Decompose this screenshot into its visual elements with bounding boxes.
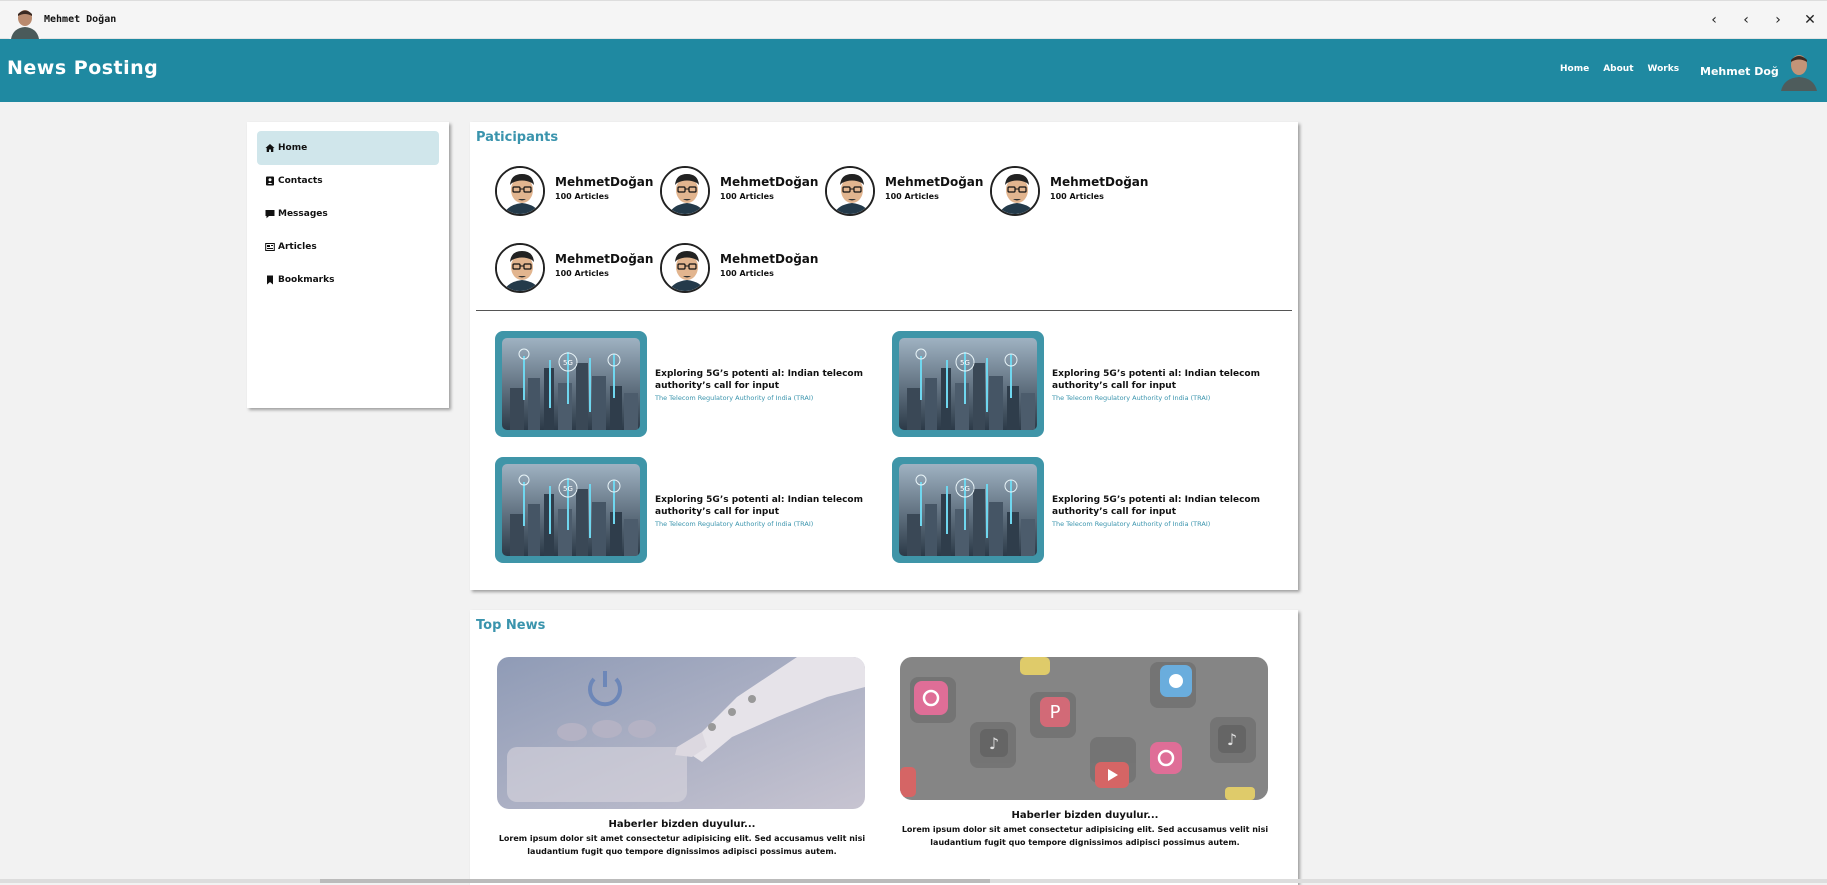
bookmark-icon bbox=[267, 275, 273, 285]
scrollbar-thumb[interactable] bbox=[320, 879, 990, 883]
panel-title: Top News bbox=[476, 618, 546, 633]
article-source: The Telecom Regulatory Authority of Indi… bbox=[655, 520, 814, 528]
panel-title: Paticipants bbox=[476, 130, 559, 145]
5g-city-image: 5G bbox=[899, 338, 1037, 430]
participant-article-count: 100 Articles bbox=[555, 269, 609, 278]
participant-avatar bbox=[495, 166, 545, 216]
home-icon bbox=[265, 144, 275, 152]
article-source: The Telecom Regulatory Authority of Indi… bbox=[1052, 394, 1211, 402]
news-card[interactable]: Haberler bizden duyulur... Lorem ipsum d… bbox=[497, 657, 867, 858]
divider bbox=[476, 310, 1292, 311]
article-title[interactable]: Exploring 5G’s potenti al: Indian teleco… bbox=[655, 368, 880, 392]
article-title[interactable]: Exploring 5G’s potenti al: Indian teleco… bbox=[1052, 368, 1277, 392]
participant-article-count: 100 Articles bbox=[555, 192, 609, 201]
article-thumbnail[interactable]: 5G bbox=[495, 331, 647, 437]
participant-avatar bbox=[495, 243, 545, 293]
sidebar-item-label: Articles bbox=[278, 242, 317, 252]
sidebar-item-label: Messages bbox=[278, 209, 328, 219]
news-heading: Haberler bizden duyulur... bbox=[608, 819, 756, 830]
sidebar-item-label: Bookmarks bbox=[278, 275, 335, 285]
newspaper-icon bbox=[265, 243, 275, 251]
svg-text:5G: 5G bbox=[563, 485, 573, 493]
sidebar-item-contacts[interactable]: Contacts bbox=[257, 164, 439, 198]
sidebar-item-label: Home bbox=[278, 143, 308, 153]
news-text: Lorem ipsum dolor sit amet consectetur a… bbox=[498, 834, 866, 856]
svg-text:5G: 5G bbox=[960, 485, 970, 493]
sidebar-item-messages[interactable]: Messages bbox=[257, 197, 439, 231]
participant-card[interactable]: MehmetDoğan 100 Articles bbox=[660, 243, 820, 295]
participant-avatar bbox=[660, 243, 710, 293]
article-card[interactable]: 5G Exploring 5G’s potenti al: Indian tel… bbox=[892, 331, 1282, 437]
news-text: Lorem ipsum dolor sit amet consectetur a… bbox=[901, 825, 1269, 847]
article-title[interactable]: Exploring 5G’s potenti al: Indian teleco… bbox=[1052, 494, 1277, 518]
social-media-image: ♪ P ♪ bbox=[900, 657, 1268, 800]
participant-name: MehmetDoğan bbox=[720, 175, 819, 189]
article-title[interactable]: Exploring 5G’s potenti al: Indian teleco… bbox=[655, 494, 880, 518]
svg-text:5G: 5G bbox=[563, 359, 573, 367]
close-icon[interactable]: ✕ bbox=[1797, 10, 1823, 30]
participant-name: MehmetDoğan bbox=[720, 252, 819, 266]
forward-icon[interactable]: › bbox=[1765, 10, 1791, 30]
5g-city-image: 5G bbox=[502, 464, 640, 556]
back-icon[interactable]: ‹ bbox=[1701, 10, 1727, 30]
participant-card[interactable]: MehmetDoğan 100 Articles bbox=[495, 243, 655, 295]
robot-hand-image bbox=[497, 657, 865, 809]
5g-city-image: 5G bbox=[502, 338, 640, 430]
news-heading: Haberler bizden duyulur... bbox=[1011, 810, 1159, 821]
window-user-name: Mehmet Doğan bbox=[44, 14, 117, 25]
participant-card[interactable]: MehmetDoğan 100 Articles bbox=[825, 166, 985, 218]
5g-city-image: 5G bbox=[899, 464, 1037, 556]
participant-name: MehmetDoğan bbox=[555, 252, 654, 266]
participant-article-count: 100 Articles bbox=[720, 269, 774, 278]
participant-card[interactable]: MehmetDoğan 100 Articles bbox=[495, 166, 655, 218]
window-controls: ‹ ‹ › ✕ bbox=[1701, 10, 1823, 30]
back-icon[interactable]: ‹ bbox=[1733, 10, 1759, 30]
participant-card[interactable]: MehmetDoğan 100 Articles bbox=[660, 166, 820, 218]
sidebar-item-home[interactable]: Home bbox=[257, 131, 439, 165]
horizontal-scrollbar[interactable] bbox=[0, 879, 1827, 883]
participant-avatar bbox=[660, 166, 710, 216]
article-card[interactable]: 5G Exploring 5G’s potenti al: Indian tel… bbox=[495, 331, 885, 437]
article-source: The Telecom Regulatory Authority of Indi… bbox=[1052, 520, 1211, 528]
brand-title[interactable]: News Posting bbox=[7, 57, 158, 79]
svg-text:5G: 5G bbox=[960, 359, 970, 367]
news-card[interactable]: ♪ P ♪ Haberler bizden duyulur... Lorem i… bbox=[900, 657, 1270, 849]
participant-name: MehmetDoğan bbox=[555, 175, 654, 189]
nav-works[interactable]: Works bbox=[1648, 64, 1680, 74]
sidebar-item-label: Contacts bbox=[278, 176, 323, 186]
participant-name: MehmetDoğan bbox=[885, 175, 984, 189]
nav-home[interactable]: Home bbox=[1560, 64, 1589, 74]
article-thumbnail[interactable]: 5G bbox=[892, 331, 1044, 437]
sidebar-item-articles[interactable]: Articles bbox=[257, 230, 439, 264]
participant-article-count: 100 Articles bbox=[885, 192, 939, 201]
sidebar: Home Contacts Messages Articles Bookmark… bbox=[247, 122, 449, 408]
participant-card[interactable]: MehmetDoğan 100 Articles bbox=[990, 166, 1150, 218]
article-card[interactable]: 5G Exploring 5G’s potenti al: Indian tel… bbox=[495, 457, 885, 563]
header-avatar[interactable] bbox=[1778, 49, 1820, 91]
sidebar-item-bookmarks[interactable]: Bookmarks bbox=[257, 263, 439, 297]
article-card[interactable]: 5G Exploring 5G’s potenti al: Indian tel… bbox=[892, 457, 1282, 563]
participant-avatar bbox=[825, 166, 875, 216]
message-icon bbox=[265, 210, 275, 219]
top-nav: Home About Works bbox=[1560, 64, 1679, 74]
article-thumbnail[interactable]: 5G bbox=[892, 457, 1044, 563]
contact-card-icon bbox=[266, 176, 274, 186]
participant-article-count: 100 Articles bbox=[720, 192, 774, 201]
user-avatar bbox=[8, 5, 42, 39]
window-titlebar: Mehmet Doğan ‹ ‹ › ✕ bbox=[0, 0, 1827, 39]
participant-avatar bbox=[990, 166, 1040, 216]
article-thumbnail[interactable]: 5G bbox=[495, 457, 647, 563]
participants-panel: Paticipants MehmetDoğan 100 Articles Meh… bbox=[470, 122, 1298, 590]
participant-name: MehmetDoğan bbox=[1050, 175, 1149, 189]
article-source: The Telecom Regulatory Authority of Indi… bbox=[655, 394, 814, 402]
nav-about[interactable]: About bbox=[1603, 64, 1633, 74]
participant-article-count: 100 Articles bbox=[1050, 192, 1104, 201]
top-news-panel: Top News Haberler bizden duyulur... Lore… bbox=[470, 610, 1298, 885]
app-header: News Posting Home About Works Mehmet Doğ… bbox=[0, 39, 1827, 102]
